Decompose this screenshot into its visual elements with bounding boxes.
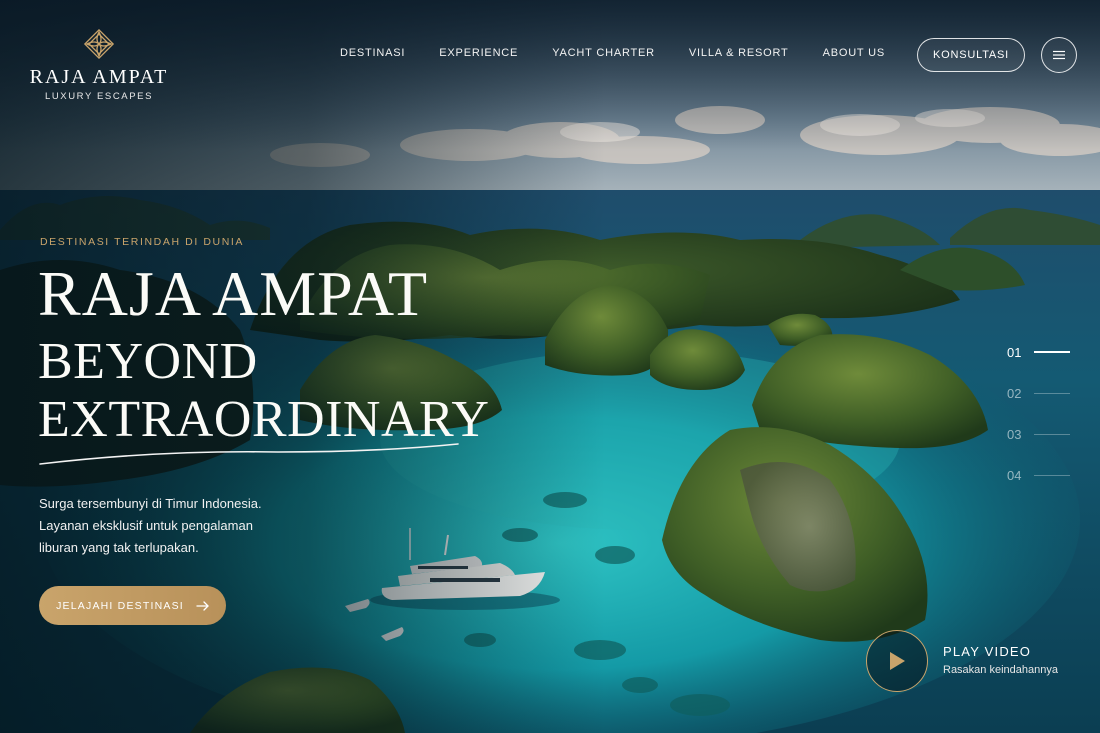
nav-item-yacht-charter[interactable]: YACHT CHARTER bbox=[552, 47, 655, 59]
slide-number: 03 bbox=[1007, 426, 1022, 442]
nav-item-villa-resort[interactable]: VILLA & RESORT bbox=[689, 47, 789, 59]
headline-line-1: RAJA AMPAT bbox=[38, 258, 429, 329]
nav-item-experience[interactable]: EXPERIENCE bbox=[439, 47, 518, 59]
nav-item-about-us[interactable]: ABOUT US bbox=[823, 47, 885, 59]
cta-label: JELAJAHI DESTINASI bbox=[56, 599, 184, 612]
description-line: Layanan eksklusif untuk pengalaman bbox=[39, 518, 253, 533]
brand-title: RAJA AMPAT bbox=[29, 66, 169, 88]
play-icon bbox=[890, 652, 905, 670]
slide-indicators: 01 02 03 04 bbox=[1007, 342, 1077, 506]
jelajahi-destinasi-button[interactable]: JELAJAHI DESTINASI bbox=[39, 586, 226, 625]
menu-button[interactable] bbox=[1041, 37, 1077, 73]
slide-indicator-01[interactable]: 01 bbox=[1007, 342, 1077, 362]
konsultasi-button[interactable]: KONSULTASI bbox=[917, 38, 1025, 72]
brand-logo[interactable]: RAJA AMPAT LUXURY ESCAPES bbox=[24, 26, 174, 102]
slide-number: 01 bbox=[1007, 344, 1022, 360]
nav-item-destinasi[interactable]: DESTINASI bbox=[340, 47, 405, 59]
main-nav: DESTINASI EXPERIENCE YACHT CHARTER VILLA… bbox=[340, 47, 885, 59]
slide-indicator-03[interactable]: 03 bbox=[1007, 424, 1077, 444]
slide-indicator-04[interactable]: 04 bbox=[1007, 465, 1077, 485]
play-video-title[interactable]: PLAY VIDEO bbox=[943, 644, 1031, 659]
slide-line bbox=[1034, 392, 1070, 394]
slide-line bbox=[1034, 474, 1070, 476]
slide-number: 04 bbox=[1007, 467, 1022, 483]
description-line: liburan yang tak terlupakan. bbox=[39, 540, 199, 555]
brand-subtitle: LUXURY ESCAPES bbox=[44, 91, 154, 102]
hero-headline: RAJA AMPAT BEYOND EXTRAORDINARY bbox=[38, 262, 489, 446]
description-line: Surga tersembunyi di Timur Indonesia. bbox=[39, 496, 262, 511]
headline-line-3: EXTRAORDINARY bbox=[38, 391, 490, 448]
play-video-subtitle: Rasakan keindahannya bbox=[943, 664, 1058, 676]
slide-number: 02 bbox=[1007, 385, 1022, 401]
hero-eyebrow: DESTINASI TERINDAH DI DUNIA bbox=[40, 236, 245, 248]
hero-description: Surga tersembunyi di Timur Indonesia. La… bbox=[39, 493, 299, 559]
slide-line bbox=[1034, 433, 1070, 435]
slide-indicator-02[interactable]: 02 bbox=[1007, 383, 1077, 403]
arrow-right-icon bbox=[196, 600, 209, 611]
headline-swoosh-divider bbox=[39, 443, 459, 465]
headline-line-2: BEYOND bbox=[38, 333, 258, 390]
play-video-button[interactable] bbox=[866, 630, 928, 692]
hamburger-icon bbox=[1053, 50, 1065, 60]
ornament-logo-icon bbox=[83, 28, 115, 60]
slide-line bbox=[1034, 351, 1070, 353]
